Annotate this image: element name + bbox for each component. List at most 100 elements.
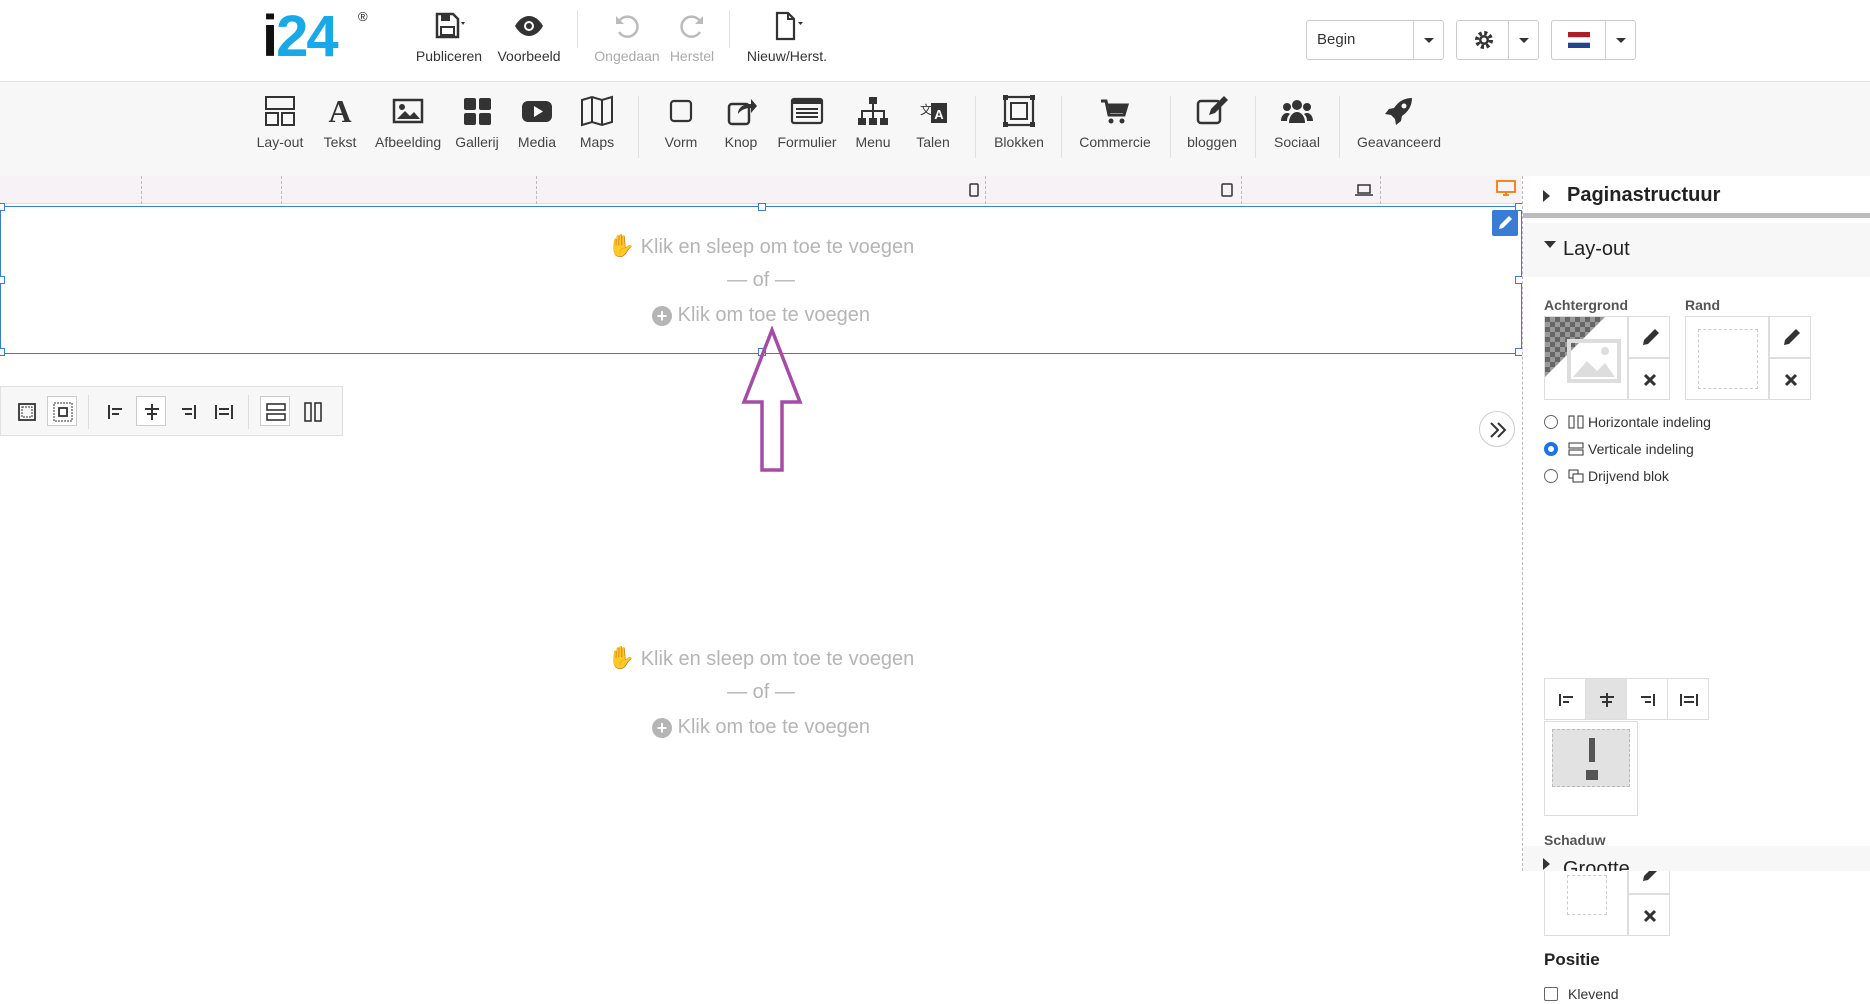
settings-dropdown[interactable] [1456, 20, 1539, 60]
edit-icon [1196, 96, 1228, 125]
page-structure-header[interactable]: Paginastructuur [1523, 176, 1870, 218]
breakpoint-line [1241, 176, 1242, 204]
float-icon [1568, 469, 1584, 483]
resize-handle[interactable] [758, 203, 766, 211]
border-label: Rand [1685, 297, 1720, 313]
option-label: Verticale indeling [1588, 441, 1694, 457]
tool-form[interactable]: Formulier [776, 94, 838, 150]
floating-block-option[interactable]: Drijvend blok [1544, 466, 1804, 486]
mobile-icon[interactable] [969, 183, 979, 197]
preview-button[interactable]: Voorbeeld [496, 10, 562, 64]
cart-icon [1101, 99, 1130, 124]
tool-button[interactable]: Knop [723, 94, 759, 150]
vertical-layout-button[interactable] [260, 396, 290, 426]
tool-blocks[interactable]: Blokken [994, 94, 1044, 150]
tool-image[interactable]: Afbeelding [375, 94, 441, 150]
redo-button[interactable]: Herstel [666, 10, 718, 64]
pencil-icon [1643, 329, 1659, 345]
layout-title: Lay-out [1563, 238, 1630, 260]
padding-button[interactable] [11, 396, 41, 426]
resize-handle[interactable] [0, 203, 5, 211]
hand-icon: ✋ [607, 645, 636, 670]
divider [729, 10, 730, 48]
divider [1170, 96, 1171, 158]
horizontal-layout-button[interactable] [297, 396, 327, 426]
tool-blog[interactable]: bloggen [1186, 94, 1238, 150]
tool-layout[interactable]: Lay-out [256, 94, 304, 150]
caret-right-icon [1543, 190, 1550, 202]
align-center-button[interactable] [1585, 678, 1627, 720]
align-left-button[interactable] [100, 396, 130, 426]
desktop-icon[interactable] [1496, 180, 1516, 196]
save-icon [435, 12, 465, 39]
tool-media[interactable]: Media [515, 94, 559, 150]
language-dropdown[interactable] [1551, 20, 1636, 60]
edit-section-button[interactable] [1492, 210, 1518, 236]
users-icon [1281, 100, 1313, 123]
breakpoint-line [536, 176, 537, 204]
border-swatch[interactable] [1685, 316, 1769, 400]
page-select[interactable]: Begin [1306, 20, 1444, 60]
align-stretch-button[interactable] [208, 396, 238, 426]
tool-shape[interactable]: Vorm [662, 94, 700, 150]
drop-placeholder[interactable]: ✋ Klik en sleep om toe te voegen — of — … [511, 228, 1011, 333]
align-left-button[interactable] [1544, 678, 1586, 720]
click-to-add[interactable]: + Klik om toe te voegen [511, 710, 1011, 745]
clear-shadow-button[interactable] [1628, 894, 1670, 936]
vertical-align-selector[interactable] [1544, 721, 1638, 816]
layout-header[interactable]: Lay-out [1523, 223, 1870, 277]
radio-button[interactable] [1544, 469, 1558, 483]
vertical-align-preview [1552, 729, 1630, 787]
drop-placeholder[interactable]: ✋ Klik en sleep om toe te voegen — of — … [511, 640, 1011, 745]
size-header[interactable]: Grootte [1523, 846, 1870, 871]
tool-maps[interactable]: Maps [576, 94, 618, 150]
tool-menu[interactable]: Menu [854, 94, 892, 150]
radio-button[interactable] [1544, 415, 1558, 429]
padding-icon [18, 403, 36, 421]
margin-icon [53, 402, 73, 422]
tool-text[interactable]: A Tekst [322, 94, 358, 150]
publish-button[interactable]: Publiceren [414, 10, 484, 64]
edit-background-button[interactable] [1628, 316, 1670, 358]
breakpoint-line [141, 176, 142, 204]
pencil-icon [1499, 216, 1512, 229]
clear-border-button[interactable] [1769, 358, 1811, 400]
sticky-checkbox[interactable]: Klevend [1544, 984, 1744, 1004]
tool-social[interactable]: Sociaal [1272, 94, 1322, 150]
background-swatch[interactable] [1544, 316, 1628, 400]
align-right-icon [1641, 694, 1655, 706]
page-structure-title: Paginastructuur [1567, 184, 1721, 206]
tool-languages[interactable]: A文 Talen [914, 94, 952, 150]
align-center-icon [145, 404, 159, 420]
laptop-icon[interactable] [1355, 184, 1373, 196]
resize-handle[interactable] [0, 276, 5, 284]
expand-panel-button[interactable] [1479, 411, 1515, 447]
align-center-icon [1600, 693, 1614, 707]
undo-button[interactable]: Ongedaan [593, 10, 661, 64]
vertical-layout-option[interactable]: Verticale indeling [1544, 439, 1804, 459]
align-left-icon [108, 405, 122, 419]
align-center-button[interactable] [136, 396, 166, 426]
margin-button[interactable] [47, 396, 77, 426]
or-separator: — of — [727, 269, 795, 291]
align-right-button[interactable] [172, 396, 202, 426]
align-right-button[interactable] [1626, 678, 1668, 720]
tool-advanced[interactable]: Geavanceerd [1357, 94, 1441, 150]
clear-background-button[interactable] [1628, 358, 1670, 400]
preview-label: Voorbeeld [497, 48, 561, 64]
align-stretch-button[interactable] [1667, 678, 1709, 720]
breakpoint-line [1380, 176, 1381, 204]
tool-gallery[interactable]: Gallerij [454, 94, 500, 150]
top-bar: i24 ® Publiceren Voorbeeld Ongedaan Herst… [0, 0, 1870, 82]
radio-button-checked[interactable] [1544, 442, 1558, 456]
tool-commerce[interactable]: Commercie [1078, 94, 1152, 150]
horizontal-layout-option[interactable]: Horizontale indeling [1544, 412, 1804, 432]
element-toolbar: Lay-out A Tekst Afbeelding Gallerij Medi… [0, 82, 1870, 176]
new-page-button[interactable]: Nieuw/Herst. [744, 10, 830, 64]
breakpoint-line [985, 176, 986, 204]
tablet-icon[interactable] [1221, 183, 1233, 197]
size-title: Grootte [1563, 858, 1630, 871]
resize-handle[interactable] [0, 348, 5, 356]
checkbox[interactable] [1544, 987, 1558, 1001]
edit-border-button[interactable] [1769, 316, 1811, 358]
